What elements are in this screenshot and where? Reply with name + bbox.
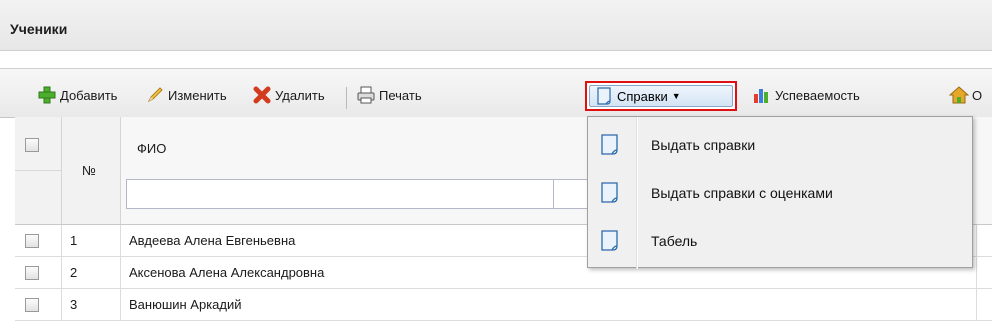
menu-item-issue-certificates[interactable]: Выдать справки	[588, 125, 972, 165]
menu-item-report-card[interactable]: Табель	[588, 221, 972, 261]
row-select-cell	[15, 225, 62, 256]
panel-title: Ученики	[10, 21, 68, 37]
document-icon	[601, 134, 618, 155]
row-number-cell: 2	[62, 257, 121, 288]
table-row[interactable]: 3 Ванюшин Аркадий	[15, 289, 992, 321]
bar-chart-icon	[754, 89, 768, 103]
row-select-cell	[15, 257, 62, 288]
printer-icon	[357, 86, 375, 104]
spravki-button[interactable]: Справки ▼	[589, 85, 733, 107]
header-number-column[interactable]: №	[62, 117, 121, 224]
menu-item-issue-certificates-with-grades[interactable]: Выдать справки с оценками	[588, 173, 972, 213]
spravki-highlight: Справки ▼	[585, 81, 737, 111]
delete-button[interactable]: Удалить	[252, 82, 325, 108]
document-icon	[601, 230, 618, 251]
row-fio: Аксенова Алена Александровна	[129, 265, 325, 280]
fio-filter-input[interactable]	[126, 179, 556, 209]
print-label: Печать	[379, 87, 422, 103]
row-checkbox[interactable]	[25, 298, 39, 312]
number-column-label: №	[82, 163, 96, 178]
row-fio-cell: Ванюшин Аркадий	[121, 289, 977, 320]
pencil-icon	[147, 87, 163, 103]
row-fio: Ванюшин Аркадий	[129, 297, 242, 312]
spravki-label: Справки	[617, 88, 668, 104]
fio-column-label: ФИО	[137, 141, 167, 156]
progress-button[interactable]: Успеваемость	[752, 82, 860, 108]
row-number: 2	[70, 265, 78, 280]
row-number-cell: 3	[62, 289, 121, 320]
print-button[interactable]: Печать	[356, 82, 422, 108]
add-button[interactable]: Добавить	[37, 82, 117, 108]
header-divider	[15, 170, 61, 171]
select-all-checkbox[interactable]	[25, 138, 39, 152]
house-icon	[949, 86, 969, 104]
menu-item-label: Выдать справки с оценками	[651, 185, 833, 201]
document-icon	[601, 182, 618, 203]
edit-button[interactable]: Изменить	[145, 82, 227, 108]
spravki-dropdown-menu: Выдать справки Выдать справки с оценками…	[587, 116, 973, 269]
toolbar: Добавить Изменить Удалить Печать Успевае…	[0, 68, 992, 118]
next-toolbar-label: О	[972, 87, 983, 103]
row-select-cell	[15, 289, 62, 320]
edit-label: Изменить	[168, 87, 227, 103]
next-toolbar-button[interactable]: О	[949, 82, 982, 108]
delete-x-icon	[253, 86, 271, 104]
row-number: 1	[70, 233, 78, 248]
panel-header: Ученики	[0, 0, 992, 51]
progress-label: Успеваемость	[775, 87, 860, 103]
document-icon	[597, 87, 611, 105]
chevron-down-icon: ▼	[671, 91, 681, 101]
row-fio: Авдеева Алена Евгеньевна	[129, 233, 296, 248]
row-number: 3	[70, 297, 78, 312]
add-label: Добавить	[60, 87, 118, 103]
row-checkbox[interactable]	[25, 234, 39, 248]
row-number-cell: 1	[62, 225, 121, 256]
row-checkbox[interactable]	[25, 266, 39, 280]
toolbar-divider	[346, 87, 347, 109]
panel-gap	[0, 51, 992, 68]
plus-icon	[38, 86, 56, 104]
menu-item-label: Табель	[651, 233, 698, 249]
delete-label: Удалить	[275, 87, 325, 103]
menu-item-label: Выдать справки	[651, 137, 756, 153]
